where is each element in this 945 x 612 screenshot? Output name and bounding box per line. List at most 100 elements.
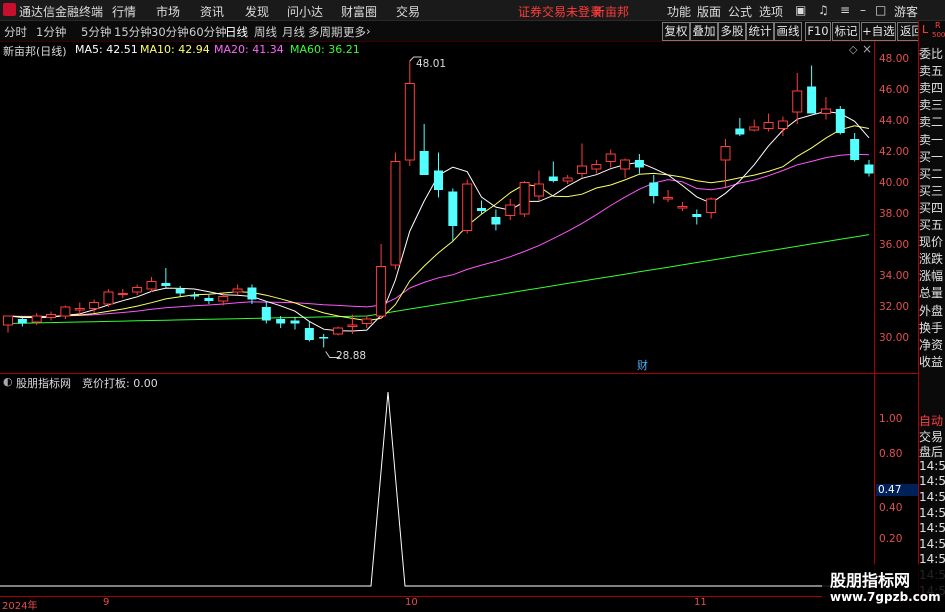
candle-body (347, 324, 358, 327)
panel-n: 500 (932, 31, 945, 39)
panel-label: 总量 (919, 286, 944, 301)
panel-label: 14:56 (919, 474, 945, 489)
menu-hangqing[interactable]: 行情 (112, 3, 136, 20)
ma60-label: MA60: 36.21 (290, 43, 360, 56)
menu-jiaoyi[interactable]: 交易 (396, 3, 420, 20)
menu-xuanxiang[interactable]: 选项 (759, 3, 783, 20)
period-1min[interactable]: 1分钟 (36, 24, 66, 40)
candle-body (419, 151, 429, 175)
maximize-icon[interactable]: □ (875, 3, 886, 17)
panel-label: 14:56 (919, 505, 945, 520)
candle-body (505, 204, 516, 216)
candle-body (204, 298, 214, 301)
period-month[interactable]: 月线 (282, 24, 305, 40)
tool-diejia[interactable]: 叠加 (690, 22, 718, 41)
candle-body (390, 161, 401, 266)
bell-icon[interactable]: ♫ (818, 3, 829, 17)
window-mode-icon[interactable]: ▣ (795, 3, 806, 17)
diamond-icon[interactable]: ◇ (849, 43, 857, 56)
candle-body (3, 315, 13, 326)
add-favorite-button[interactable]: +自选 (861, 22, 896, 41)
y-tick: 0.80 (879, 448, 903, 460)
tool-f10[interactable]: F10 (805, 22, 831, 41)
menu-zixun[interactable]: 资讯 (200, 3, 224, 20)
candle-body (232, 288, 243, 293)
menu-caifuquan[interactable]: 财富圈 (341, 3, 377, 20)
period-multi[interactable]: 多周期 (308, 24, 343, 40)
indicator-chart-area[interactable]: ◐ 股朋指标网 竞价打板: 0.00 (0, 374, 874, 596)
menu-shichang[interactable]: 市场 (156, 3, 180, 20)
finance-marker[interactable]: 财 (637, 357, 648, 373)
candle-body (749, 126, 760, 131)
period-week[interactable]: 周线 (254, 24, 277, 40)
menu-wenxiaoda[interactable]: 问小达 (287, 3, 323, 20)
y-tick: 30.00 (879, 332, 910, 344)
period-more[interactable]: 更多 (343, 24, 366, 40)
panel-label: 卖三 (919, 98, 944, 113)
more-arrow-icon[interactable]: › (366, 24, 371, 38)
candle-body (605, 153, 616, 162)
tool-tongji[interactable]: 统计 (746, 22, 774, 41)
candle-body (361, 318, 372, 324)
candle-body (835, 109, 845, 133)
watermark-url: www.7gpzb.com (830, 590, 941, 604)
menu-banmian[interactable]: 版面 (697, 3, 721, 20)
period-fenshi[interactable]: 分时 (4, 24, 27, 40)
menu-gongneng[interactable]: 功能 (667, 3, 691, 20)
period-5min[interactable]: 5分钟 (81, 24, 111, 40)
candle-body (735, 128, 745, 135)
candle-body (620, 159, 631, 170)
candle-body (261, 307, 271, 321)
panel-label: 委比 (919, 47, 944, 61)
y-tick: 0.20 (879, 533, 903, 545)
panel-label: 买五 (919, 218, 944, 232)
panel-label: 14:56 (919, 521, 945, 536)
candle-body (434, 170, 443, 190)
menu-faxian[interactable]: 发现 (245, 3, 269, 20)
date-axis: 2024年 9 10 11 (0, 596, 945, 612)
indicator-settings-icon[interactable]: ◐ (3, 375, 13, 388)
candle-body (448, 191, 458, 226)
panel-label: 14:56 (919, 536, 945, 551)
panel-label: 卖二 (919, 115, 944, 130)
candle-body (850, 139, 860, 160)
candle-body (190, 295, 200, 297)
candle-body (74, 308, 85, 311)
panel-r[interactable]: R (935, 21, 941, 30)
tool-duogu[interactable]: 多股 (718, 22, 746, 41)
menu-gongshi[interactable]: 公式 (728, 3, 752, 20)
candle-body (864, 164, 874, 174)
guest-label[interactable]: 游客 (894, 3, 918, 20)
period-15min[interactable]: 15分钟 (114, 24, 152, 40)
candle-body (720, 146, 731, 161)
date-label: 11 (694, 597, 707, 608)
candle-body (103, 291, 114, 305)
candle-body (807, 86, 817, 114)
candle-body (117, 293, 128, 295)
login-notice[interactable]: 证券交易未登录 (518, 3, 602, 20)
period-toolbar: 分时 1分钟 5分钟 15分钟 30分钟 60分钟 日线 周线 月线 多周期 更… (0, 21, 945, 42)
menu-lines-icon[interactable]: ≡ (840, 3, 850, 17)
period-30min[interactable]: 30分钟 (151, 24, 189, 40)
main-y-axis: 48.00 46.00 44.00 42.00 40.00 38.00 36.0… (874, 41, 919, 373)
quote-panel: L R 500 委比 卖五 卖四 卖三 卖二 卖一 买一 买二 买三 买四 买五 现价 涨跌 涨幅 总量 外盘… (918, 21, 945, 374)
ma5-line (7, 110, 870, 332)
candle-body (376, 266, 387, 317)
minimize-icon[interactable]: – (860, 3, 866, 17)
panel-l[interactable]: L (922, 23, 928, 36)
candle-body (663, 197, 674, 200)
candle-body (290, 320, 300, 324)
ma20-label: MA20: 41.34 (214, 43, 284, 56)
tool-biaoji[interactable]: 标记 (832, 22, 860, 41)
period-day[interactable]: 日线 (225, 24, 248, 40)
y-tick: 46.00 (879, 84, 910, 96)
panel-label: 涨幅 (919, 269, 944, 284)
panel-label: 卖五 (919, 64, 944, 79)
tool-fuquan[interactable]: 复权 (662, 22, 690, 41)
candle-body (491, 217, 501, 225)
period-60min[interactable]: 60分钟 (189, 24, 227, 40)
candle-body (31, 315, 42, 323)
main-chart-area[interactable]: 新亩邦(日线) MA5: 42.51 MA10: 42.94 MA20: 41.… (0, 41, 874, 373)
close-icon[interactable]: × (862, 42, 872, 56)
tool-huaxian[interactable]: 画线 (774, 22, 802, 41)
